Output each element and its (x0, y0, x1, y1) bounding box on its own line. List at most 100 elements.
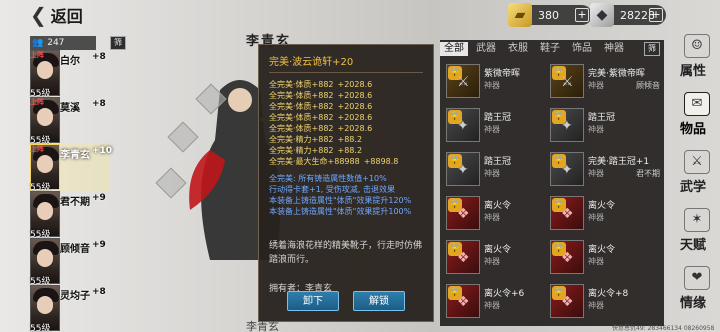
item-name: 离火令 (484, 245, 512, 255)
hero-rank: +9 (92, 240, 106, 250)
filter-tab[interactable]: 神器 (600, 42, 628, 56)
attribute-label: 全完美·体质+882 (269, 80, 334, 89)
hero-name: 灵均子 (60, 291, 90, 302)
tooltip-item-name: 完美·波云诡轩+20 (269, 57, 354, 68)
attribute-label: 全完美·最大生命+88988 (269, 157, 360, 166)
attribute-label: 全完美·体质+882 (269, 102, 334, 111)
hero-rank: +8 (92, 287, 106, 297)
item-equipped-by: 君不期 (636, 169, 660, 178)
filter-tabs: 全部 武器 衣服 鞋子 饰品 神器 (440, 42, 632, 56)
filter-tab[interactable]: 饰品 (568, 42, 596, 56)
attribute-label: 全完美·体质+882 (269, 113, 334, 122)
hero-item[interactable]: 上阵 55级 白尔 +8 (30, 50, 110, 99)
attribute-row: 全完美·体质+882 +2028.6 (269, 79, 423, 90)
inventory-item[interactable]: 🔒 ⚔ 完美·紫微帝晖 神器 顾倾音 (550, 62, 660, 102)
hero-face (37, 296, 53, 314)
item-category: 神器 (484, 169, 500, 178)
side-menu-label: 武学 (680, 180, 707, 195)
side-menu-item[interactable]: ⚔ 武学 (676, 148, 720, 200)
hero-list[interactable]: 上阵 55级 白尔 +8 上阵 55级 莫溪 +8 上阵 55级 李青玄 +10… (30, 50, 113, 332)
item-name: 离火令 (588, 201, 616, 211)
hero-rank: +10 (92, 146, 113, 156)
side-menu-item[interactable]: ✶ 天赋 (676, 206, 720, 258)
filter-tab[interactable]: 鞋子 (536, 42, 564, 56)
sword-icon: ⚔ (684, 150, 710, 174)
item-name: 完美·紫微帝晖 (588, 69, 645, 79)
hero-item[interactable]: 55级 顾倾音 +9 (30, 238, 110, 287)
artifact-icon: ❖ (457, 206, 470, 222)
unequip-button[interactable]: 卸下 (287, 291, 339, 311)
attribute-row: 全完美·体质+882 +2028.6 (269, 90, 423, 101)
side-menu-item[interactable]: ✉ 物品 (676, 90, 720, 142)
gold-value: 380 (538, 8, 559, 22)
filter-tab[interactable]: 衣服 (504, 42, 532, 56)
attribute-value: +2028.6 (337, 80, 373, 89)
silver-counter: ◆ 28228 + (590, 3, 666, 27)
effect-line: 全完美: 所有铸造属性数值+10% (269, 174, 387, 183)
inventory-item[interactable]: 🔒 ✦ 完美·踏王冠+1 神器 君不期 (550, 150, 660, 190)
hero-list-header: 👥 247 筛 (30, 36, 126, 50)
effect-line: 本装备上铸造属性"体质"效果提升100% (269, 207, 412, 216)
inventory-item[interactable]: 🔒 ⚔ 紫微帝晖 神器 (446, 62, 546, 102)
hero-status-tag: 上阵 (30, 98, 44, 106)
inventory-item[interactable]: 🔒 ❖ 离火令 神器 (446, 238, 546, 278)
side-menu-label: 物品 (680, 122, 707, 137)
attribute-label: 全完美·体质+882 (269, 91, 334, 100)
artifact-icon: ❖ (457, 250, 470, 266)
item-icon: 🔒 ✦ (446, 152, 480, 186)
item-icon: 🔒 ❖ (446, 196, 480, 230)
inventory-item[interactable]: 🔒 ✦ 踏王冠 神器 (446, 106, 546, 146)
side-menu-label: 属性 (680, 64, 707, 79)
item-name: 离火令 (588, 245, 616, 255)
hero-item[interactable]: 上阵 55级 莫溪 +8 (30, 97, 110, 146)
inventory-sort-button[interactable]: 筛 (644, 42, 660, 56)
attribute-list: 全完美·体质+882 +2028.6 全完美·体质+882 +2028.6 全完美·… (269, 79, 423, 167)
filter-tab[interactable]: 全部 (440, 42, 468, 56)
top-bar: ❮ 返回 ▰ 380 + ◆ 28228 + (0, 0, 720, 30)
bag-icon: ✉ (684, 92, 710, 116)
artifact-icon: ❖ (561, 206, 574, 222)
inventory-item[interactable]: 🔒 ❖ 离火令 神器 (550, 238, 650, 278)
inventory-item[interactable]: 🔒 ❖ 离火令 神器 (550, 194, 650, 234)
item-equipped-by: 顾倾音 (636, 81, 660, 90)
item-icon: 🔒 ❖ (550, 196, 584, 230)
item-name: 踏王冠 (588, 113, 616, 123)
inventory-item[interactable]: 🔒 ❖ 离火令+8 神器 (550, 282, 650, 322)
back-arrow-icon: ❮ (30, 3, 47, 27)
attribute-row: 全完美·体质+882 +2028.6 (269, 112, 423, 123)
inventory-item[interactable]: 🔒 ✦ 踏王冠 神器 (550, 106, 650, 146)
item-category: 神器 (588, 169, 604, 178)
item-name: 离火令 (484, 201, 512, 211)
hero-name: 李青玄 (60, 150, 90, 161)
add-gold-button[interactable]: + (575, 8, 589, 22)
hero-face (37, 61, 53, 79)
hero-level: 55级 (30, 324, 51, 332)
effect-line: 本装备上铸造属性"体质"效果提升120% (269, 196, 412, 205)
hero-status-tag: 上阵 (30, 51, 44, 59)
filter-tab[interactable]: 武器 (472, 42, 500, 56)
side-menu-item[interactable]: ☺ 属性 (676, 32, 720, 84)
side-menu-item[interactable]: ❤ 情缘 (676, 264, 720, 316)
item-icon: 🔒 ✦ (550, 152, 584, 186)
add-silver-button[interactable]: + (649, 8, 663, 22)
item-name: 踏王冠 (484, 157, 512, 167)
artifact-icon: ⚔ (457, 74, 470, 90)
hero-face (37, 249, 53, 267)
hero-item[interactable]: 上阵 55级 李青玄 +10 (30, 144, 113, 193)
inventory-item[interactable]: 🔒 ❖ 离火令 神器 (446, 194, 546, 234)
inventory-item[interactable]: 🔒 ✦ 踏王冠 神器 (446, 150, 546, 190)
attribute-value: +2028.6 (337, 113, 373, 122)
hero-item[interactable]: 55级 君不期 +9 (30, 191, 110, 240)
hero-name: 君不期 (60, 197, 90, 208)
inventory-item[interactable]: 🔒 ❖ 离火令+6 神器 (446, 282, 546, 322)
item-icon: 🔒 ❖ (446, 284, 480, 318)
hero-sort-button[interactable]: 筛 (110, 36, 126, 50)
artifact-icon: ✦ (457, 118, 469, 134)
attribute-row: 全完美·精力+882 +88.2 (269, 134, 423, 145)
item-category: 神器 (484, 213, 500, 222)
back-button[interactable]: ❮ 返回 (30, 3, 94, 27)
hero-item[interactable]: 55级 灵均子 +8 (30, 285, 110, 332)
artifact-icon: ✦ (457, 162, 469, 178)
unlock-button[interactable]: 解锁 (353, 291, 405, 311)
attribute-value: +2028.6 (337, 91, 373, 100)
